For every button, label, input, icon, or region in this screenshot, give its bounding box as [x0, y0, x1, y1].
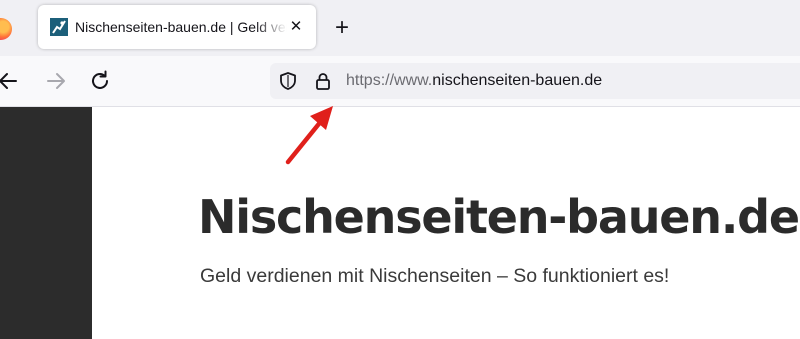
navigation-toolbar: https://www.nischenseiten-bauen.de — [0, 56, 800, 107]
shield-icon[interactable] — [278, 71, 298, 91]
lock-icon[interactable] — [313, 71, 333, 91]
firefox-logo-icon[interactable] — [0, 18, 12, 40]
tab-strip: Nischenseiten-bauen.de | Geld verdienen … — [0, 0, 800, 56]
tab-close-icon[interactable]: ✕ — [286, 17, 306, 37]
site-favicon-icon — [50, 18, 68, 36]
address-bar[interactable]: https://www.nischenseiten-bauen.de — [270, 63, 800, 99]
url-prefix: https://www. — [346, 72, 433, 89]
dark-sidebar — [0, 107, 92, 339]
url-domain: nischenseiten-bauen.de — [432, 72, 603, 89]
back-arrow-icon[interactable] — [0, 69, 20, 93]
browser-tab[interactable]: Nischenseiten-bauen.de | Geld verdienen … — [38, 5, 316, 49]
red-annotation-arrow-icon — [285, 106, 333, 165]
new-tab-icon[interactable]: + — [330, 14, 354, 42]
reload-icon[interactable] — [88, 69, 112, 93]
site-title[interactable]: Nischenseiten-bauen.de — [198, 188, 800, 246]
url-text[interactable]: https://www.nischenseiten-bauen.de — [346, 63, 602, 99]
tab-title: Nischenseiten-bauen.de | Geld verdienen … — [75, 19, 287, 35]
site-tagline: Geld verdienen mit Nischenseiten – So fu… — [200, 265, 670, 287]
forward-arrow-icon — [44, 69, 68, 93]
